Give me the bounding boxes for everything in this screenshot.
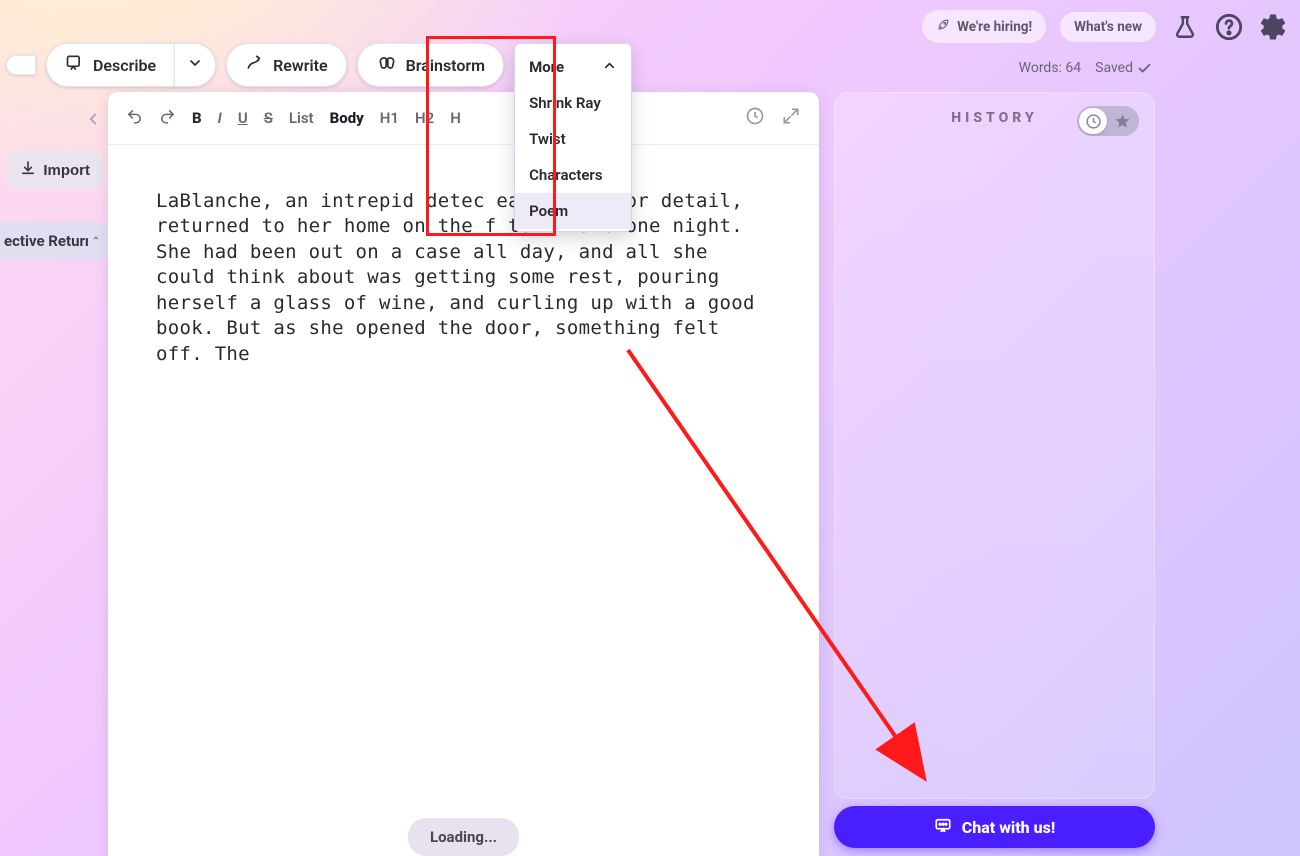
rewrite-icon (245, 53, 265, 77)
chevron-up-icon (602, 58, 617, 77)
gear-icon[interactable] (1258, 12, 1288, 42)
leading-pill-edge (6, 55, 36, 75)
chevron-down-icon (187, 55, 203, 75)
brainstorm-button[interactable]: Brainstorm (357, 43, 504, 87)
star-icon (1107, 113, 1137, 130)
chat-icon (934, 816, 952, 838)
more-dropdown: More Shrink Ray Twist Characters Poem (514, 43, 632, 232)
underline-button[interactable]: U (238, 109, 248, 127)
import-button[interactable]: Import (8, 152, 102, 188)
brainstorm-icon (376, 53, 398, 77)
history-panel: HISTORY (834, 92, 1155, 799)
describe-label: Describe (93, 56, 156, 75)
undo-button[interactable] (126, 108, 143, 129)
brainstorm-label: Brainstorm (406, 56, 485, 75)
history-toggle[interactable] (1077, 106, 1139, 136)
hiring-badge[interactable]: We're hiring! (922, 10, 1046, 43)
expand-icon[interactable] (781, 106, 801, 130)
more-item-poem[interactable]: Poem (515, 193, 631, 229)
h3-button[interactable]: H (450, 109, 461, 127)
list-button[interactable]: List (289, 109, 314, 127)
body-style-button[interactable]: Body (330, 109, 364, 127)
chat-button[interactable]: Chat with us! (834, 806, 1155, 848)
history-icon[interactable] (745, 106, 765, 130)
chat-label: Chat with us! (962, 818, 1055, 837)
h1-button[interactable]: H1 (380, 109, 399, 127)
editor-content[interactable]: LaBlanche, an intrepid detec eagle eye f… (108, 145, 819, 804)
h2-button[interactable]: H2 (415, 109, 434, 127)
labs-icon[interactable] (1170, 12, 1200, 42)
more-item-characters[interactable]: Characters (515, 157, 631, 193)
rewrite-button[interactable]: Rewrite (226, 43, 346, 87)
chevron-up-small-icon: ⌃ (92, 236, 100, 247)
rewrite-label: Rewrite (273, 56, 327, 75)
collapse-sidebar-button[interactable] (84, 110, 102, 132)
describe-dropdown[interactable] (174, 43, 216, 87)
rocket-icon (936, 17, 951, 36)
strikethrough-button[interactable]: S (264, 109, 273, 127)
clock-icon (1079, 108, 1107, 134)
more-item-twist[interactable]: Twist (515, 121, 631, 157)
describe-icon (65, 53, 85, 77)
loading-indicator: Loading... (408, 818, 519, 856)
editor-toolbar: B I U S List Body H1 H2 H (108, 92, 819, 145)
download-icon (20, 160, 36, 180)
import-label: Import (43, 162, 90, 179)
more-dropdown-header[interactable]: More (515, 50, 631, 85)
editor-pane: B I U S List Body H1 H2 H LaBlanche, an … (108, 92, 819, 856)
whats-new-label: What's new (1074, 19, 1142, 35)
redo-button[interactable] (159, 108, 176, 129)
file-tab[interactable]: ective Return ⌃ (0, 222, 108, 260)
help-icon[interactable] (1214, 12, 1244, 42)
whats-new-badge[interactable]: What's new (1060, 12, 1156, 42)
file-title: ective Return (4, 232, 88, 250)
italic-button[interactable]: I (218, 109, 222, 127)
bold-button[interactable]: B (192, 109, 202, 127)
more-item-shrink-ray[interactable]: Shrink Ray (515, 85, 631, 121)
describe-button[interactable]: Describe (46, 43, 175, 87)
hiring-label: We're hiring! (957, 19, 1032, 35)
